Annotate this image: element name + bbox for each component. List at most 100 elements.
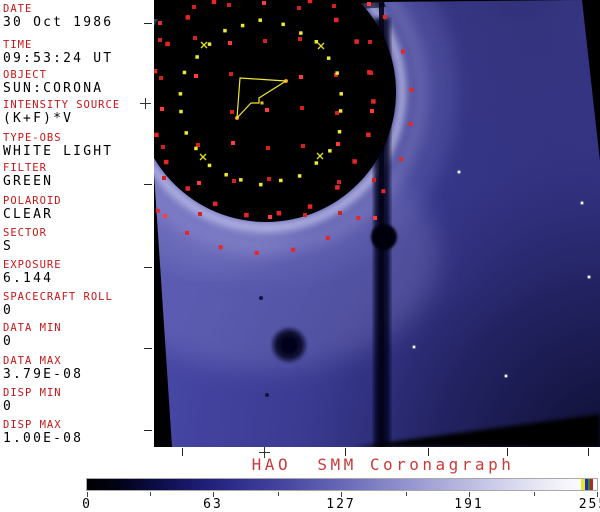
inner-calibration-ring-dot (339, 92, 343, 96)
fiducial-grid-dot (159, 76, 163, 80)
arc-fiducial-dot (291, 247, 296, 252)
fiducial-grid-dot (266, 146, 270, 150)
inner-calibration-ring-dot (178, 92, 183, 96)
arc-fiducial-dot (400, 49, 405, 54)
inner-calibration-ring-dot (179, 109, 183, 114)
corner-fiducial-dot (158, 21, 162, 25)
metadata-field: FILTER GREEN (3, 163, 153, 189)
outer-calibration-ring-dot (154, 132, 159, 138)
fiducial-grid-dot (335, 111, 339, 115)
fiducial-grid-dot (161, 145, 165, 149)
fiducial-grid-dot (297, 6, 301, 10)
arc-fiducial-dot (254, 250, 259, 255)
field-value: WHITE LIGHT (3, 144, 114, 159)
fiducial-grid-dot (229, 72, 233, 76)
outer-calibration-ring-dot (165, 41, 170, 47)
star-point (458, 171, 460, 173)
inner-calibration-ring-dot (279, 178, 283, 183)
outer-calibration-ring-dot (335, 185, 340, 190)
inner-calibration-ring-dot (195, 55, 199, 59)
fiducial-grid-dot (194, 74, 198, 78)
outer-calibration-ring-dot (163, 159, 169, 165)
field-value: 3.79E-08 (3, 367, 84, 382)
inner-calibration-ring-dot (239, 178, 243, 182)
fiducial-grid-dot (300, 106, 304, 110)
field-value: 0 (3, 399, 14, 414)
left-axis-tick (144, 23, 152, 24)
colorbar-tick-label: 0 (82, 497, 92, 512)
field-label: TYPE-OBS (3, 132, 62, 144)
fiducial-grid-dot (232, 179, 236, 183)
inner-calibration-ring-dot (207, 42, 212, 46)
colorbar-minor-tick (278, 492, 279, 496)
arc-fiducial-dot (356, 215, 361, 220)
outer-calibration-ring-dot (276, 210, 282, 216)
arc-fiducial-dot (218, 245, 223, 250)
left-axis-tick (144, 184, 152, 185)
metadata-field: SPACECRAFT ROLL 0 (3, 292, 153, 318)
fiducial-grid-dot (198, 212, 202, 216)
arc-fiducial-dot (399, 157, 404, 162)
arc-fiducial-dot (381, 189, 386, 194)
sun-center-marker (260, 101, 264, 105)
outer-calibration-ring-dot (371, 99, 376, 104)
app-window: DATE 30 Oct 1986 TIME 09:53:24 UT OBJECT SUN:… (0, 0, 600, 512)
metadata-field: DATA MIN 0 (3, 323, 153, 349)
field-label: SPACECRAFT ROLL (3, 291, 113, 303)
fiducial-grid-dot (193, 36, 197, 40)
metadata-field: DATA MAX 3.79E-08 (3, 356, 153, 382)
arc-fiducial-dot (155, 208, 160, 213)
fiducial-grid-dot (162, 176, 166, 180)
star-point (581, 202, 583, 204)
inner-calibration-ring-dot (299, 31, 303, 35)
fiducial-grid-dot (301, 144, 305, 148)
coronagraph-canvas (154, 0, 600, 447)
fiducial-grid-dot (332, 4, 336, 8)
colorbar (86, 478, 598, 491)
field-label: TIME (3, 39, 33, 51)
inner-calibration-ring-dot (223, 28, 227, 33)
left-axis-tick (144, 348, 152, 349)
occulter-ball (371, 224, 397, 250)
field-label: EXPOSURE (3, 259, 62, 271)
fiducial-grid-dot (231, 141, 235, 145)
metadata-field: OBJECT SUN:CORONA (3, 70, 153, 96)
outer-calibration-ring-dot (211, 0, 217, 5)
fiducial-grid-dot (267, 177, 271, 181)
inner-calibration-ring-dot (258, 18, 262, 22)
arc-fiducial-dot (325, 235, 330, 240)
outer-calibration-ring-dot (307, 204, 313, 209)
field-value: 30 Oct 1986 (3, 15, 114, 30)
metadata-field: POLAROID CLEAR (3, 196, 153, 222)
colorbar-tick-label: 127 (326, 497, 356, 512)
coronagraph-image (154, 0, 600, 447)
fiducial-grid-dot (196, 143, 200, 147)
inner-calibration-ring-dot (184, 131, 189, 135)
left-axis-tick (144, 267, 152, 268)
inner-calibration-ring-dot (281, 22, 285, 27)
fiducial-grid-dot (158, 38, 162, 42)
fiducial-grid-dot (370, 109, 374, 113)
fiducial-grid-dot (299, 75, 303, 79)
field-label: DATA MAX (3, 355, 62, 367)
outer-calibration-ring-dot (212, 201, 218, 207)
fiducial-grid-dot (373, 216, 377, 220)
outer-calibration-ring-dot (307, 0, 313, 4)
fiducial-grid-dot (372, 178, 376, 182)
fiducial-grid-dot (268, 215, 272, 219)
metadata-field: EXPOSURE 6.144 (3, 260, 153, 286)
outer-calibration-ring-dot (154, 68, 158, 74)
metadata-field: DISP MIN 0 (3, 388, 153, 414)
field-value: SUN:CORONA (3, 81, 104, 96)
star-point (588, 276, 590, 278)
plus-marker-v (145, 98, 146, 109)
arc-fiducial-dot (408, 121, 413, 126)
inner-calibration-ring-dot (326, 56, 331, 60)
field-label: OBJECT (3, 69, 47, 81)
inner-calibration-ring-dot (328, 149, 332, 153)
field-label: SECTOR (3, 227, 47, 239)
fiducial-grid-dot (262, 1, 266, 5)
field-label: DATA MIN (3, 322, 62, 334)
fiducial-grid-dot (230, 110, 234, 114)
metadata-field: DISP MAX 1.00E-08 (3, 420, 153, 446)
